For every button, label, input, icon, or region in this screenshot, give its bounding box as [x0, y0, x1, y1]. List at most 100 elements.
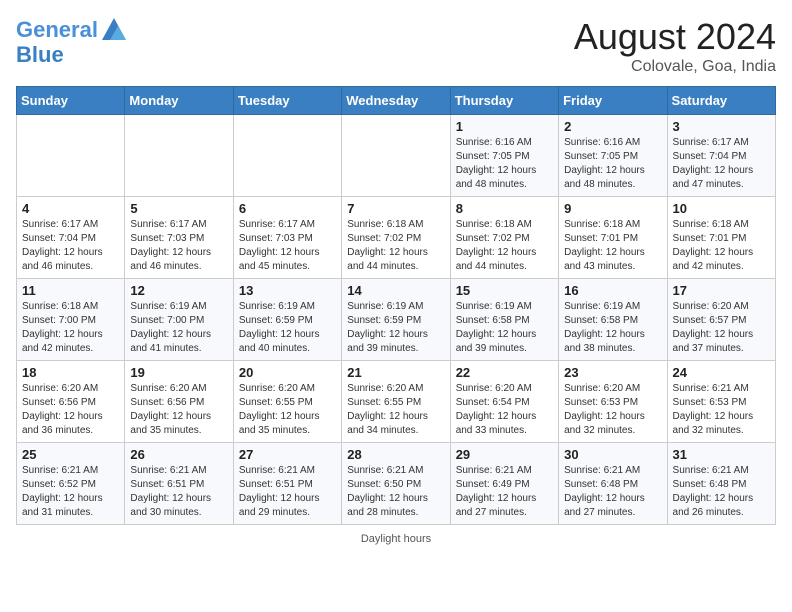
calendar-day-cell: 29Sunrise: 6:21 AM Sunset: 6:49 PM Dayli…	[450, 443, 558, 525]
calendar-day-cell: 9Sunrise: 6:18 AM Sunset: 7:01 PM Daylig…	[559, 197, 667, 279]
day-info: Sunrise: 6:18 AM Sunset: 7:01 PM Dayligh…	[673, 218, 770, 274]
calendar-week-row: 11 Sunrise: 6:18 AM Sunset: 7:00 PM Dayli…	[17, 279, 776, 361]
day-info: Sunrise: 6:21 AM Sunset: 6:53 PM Dayligh…	[673, 382, 770, 438]
calendar-week-row: 4 Sunrise: 6:17 AM Sunset: 7:04 PM Daylig…	[17, 197, 776, 279]
calendar-day-cell	[17, 115, 125, 197]
calendar-day-cell: 16 Sunrise: 6:19 AM Sunset: 6:58 PM Dayli…	[559, 279, 667, 361]
day-of-week-header: Saturday	[667, 87, 775, 115]
day-number: 8	[456, 201, 553, 216]
day-number: 25	[22, 447, 119, 462]
day-number: 3	[673, 119, 770, 134]
title-area: August 2024 Colovale, Goa, India	[574, 16, 776, 76]
calendar-day-cell: 8 Sunrise: 6:18 AM Sunset: 7:02 PM Daylig…	[450, 197, 558, 279]
calendar-day-cell: 26 Sunrise: 6:21 AM Sunset: 6:51 PM Dayli…	[125, 443, 233, 525]
calendar-day-cell	[125, 115, 233, 197]
calendar-day-cell: 27Sunrise: 6:21 AM Sunset: 6:51 PM Dayli…	[233, 443, 341, 525]
day-info: Sunrise: 6:19 AM Sunset: 6:58 PM Dayligh…	[564, 300, 661, 356]
day-info: Sunrise: 6:20 AM Sunset: 6:55 PM Dayligh…	[239, 382, 336, 438]
day-info: Sunrise: 6:16 AM Sunset: 7:05 PM Dayligh…	[456, 136, 553, 192]
calendar-day-cell: 25 Sunrise: 6:21 AM Sunset: 6:52 PM Dayli…	[17, 443, 125, 525]
day-number: 6	[239, 201, 336, 216]
calendar-day-cell: 7 Sunrise: 6:18 AM Sunset: 7:02 PM Daylig…	[342, 197, 450, 279]
calendar-day-cell: 5Sunrise: 6:17 AM Sunset: 7:03 PM Daylig…	[125, 197, 233, 279]
logo-text: General	[16, 18, 98, 42]
day-info: Sunrise: 6:20 AM Sunset: 6:56 PM Dayligh…	[130, 382, 227, 438]
day-number: 12	[130, 283, 227, 298]
day-number: 4	[22, 201, 119, 216]
day-info: Sunrise: 6:18 AM Sunset: 7:02 PM Dayligh…	[347, 218, 444, 274]
logo: General Blue	[16, 16, 128, 66]
calendar-day-cell: 4 Sunrise: 6:17 AM Sunset: 7:04 PM Daylig…	[17, 197, 125, 279]
calendar-day-cell: 23 Sunrise: 6:20 AM Sunset: 6:53 PM Dayli…	[559, 361, 667, 443]
calendar-day-cell: 20 Sunrise: 6:20 AM Sunset: 6:55 PM Dayli…	[233, 361, 341, 443]
day-number: 15	[456, 283, 553, 298]
day-number: 22	[456, 365, 553, 380]
calendar-day-cell: 11 Sunrise: 6:18 AM Sunset: 7:00 PM Dayli…	[17, 279, 125, 361]
calendar-day-cell: 19 Sunrise: 6:20 AM Sunset: 6:56 PM Dayli…	[125, 361, 233, 443]
day-info: Sunrise: 6:21 AM Sunset: 6:51 PM Dayligh…	[130, 464, 227, 520]
calendar-day-cell: 3Sunrise: 6:17 AM Sunset: 7:04 PM Daylig…	[667, 115, 775, 197]
day-info: Sunrise: 6:19 AM Sunset: 7:00 PM Dayligh…	[130, 300, 227, 356]
day-number: 14	[347, 283, 444, 298]
day-number: 10	[673, 201, 770, 216]
calendar-day-cell: 6 Sunrise: 6:17 AM Sunset: 7:03 PM Daylig…	[233, 197, 341, 279]
calendar-day-cell	[342, 115, 450, 197]
day-number: 28	[347, 447, 444, 462]
day-number: 17	[673, 283, 770, 298]
calendar-day-cell: 1 Sunrise: 6:16 AM Sunset: 7:05 PM Daylig…	[450, 115, 558, 197]
day-of-week-header: Thursday	[450, 87, 558, 115]
day-info: Sunrise: 6:17 AM Sunset: 7:04 PM Dayligh…	[22, 218, 119, 274]
day-number: 1	[456, 119, 553, 134]
day-info: Sunrise: 6:20 AM Sunset: 6:55 PM Dayligh…	[347, 382, 444, 438]
day-number: 13	[239, 283, 336, 298]
calendar-week-row: 18Sunrise: 6:20 AM Sunset: 6:56 PM Dayli…	[17, 361, 776, 443]
calendar-week-row: 25 Sunrise: 6:21 AM Sunset: 6:52 PM Dayli…	[17, 443, 776, 525]
calendar-day-cell: 18Sunrise: 6:20 AM Sunset: 6:56 PM Dayli…	[17, 361, 125, 443]
day-number: 7	[347, 201, 444, 216]
day-info: Sunrise: 6:18 AM Sunset: 7:02 PM Dayligh…	[456, 218, 553, 274]
calendar-day-cell: 2Sunrise: 6:16 AM Sunset: 7:05 PM Daylig…	[559, 115, 667, 197]
day-number: 5	[130, 201, 227, 216]
day-of-week-header: Wednesday	[342, 87, 450, 115]
calendar-day-cell: 13 Sunrise: 6:19 AM Sunset: 6:59 PM Dayli…	[233, 279, 341, 361]
calendar-table: SundayMondayTuesdayWednesdayThursdayFrid…	[16, 86, 776, 525]
calendar-day-cell: 28 Sunrise: 6:21 AM Sunset: 6:50 PM Dayli…	[342, 443, 450, 525]
day-info: Sunrise: 6:20 AM Sunset: 6:53 PM Dayligh…	[564, 382, 661, 438]
calendar-day-cell: 31 Sunrise: 6:21 AM Sunset: 6:48 PM Dayli…	[667, 443, 775, 525]
calendar-day-cell: 10 Sunrise: 6:18 AM Sunset: 7:01 PM Dayli…	[667, 197, 775, 279]
day-of-week-header: Sunday	[17, 87, 125, 115]
day-number: 26	[130, 447, 227, 462]
day-number: 11	[22, 283, 119, 298]
day-number: 20	[239, 365, 336, 380]
location-subtitle: Colovale, Goa, India	[574, 58, 776, 76]
day-of-week-header: Tuesday	[233, 87, 341, 115]
day-info: Sunrise: 6:21 AM Sunset: 6:52 PM Dayligh…	[22, 464, 119, 520]
day-number: 21	[347, 365, 444, 380]
calendar-day-cell: 12 Sunrise: 6:19 AM Sunset: 7:00 PM Dayli…	[125, 279, 233, 361]
day-info: Sunrise: 6:18 AM Sunset: 7:01 PM Dayligh…	[564, 218, 661, 274]
day-info: Sunrise: 6:21 AM Sunset: 6:48 PM Dayligh…	[673, 464, 770, 520]
day-info: Sunrise: 6:21 AM Sunset: 6:50 PM Dayligh…	[347, 464, 444, 520]
day-info: Sunrise: 6:21 AM Sunset: 6:51 PM Dayligh…	[239, 464, 336, 520]
logo-blue: Blue	[16, 44, 128, 66]
day-info: Sunrise: 6:20 AM Sunset: 6:56 PM Dayligh…	[22, 382, 119, 438]
calendar-week-row: 1 Sunrise: 6:16 AM Sunset: 7:05 PM Daylig…	[17, 115, 776, 197]
logo-icon	[100, 14, 128, 42]
day-info: Sunrise: 6:18 AM Sunset: 7:00 PM Dayligh…	[22, 300, 119, 356]
day-number: 19	[130, 365, 227, 380]
day-info: Sunrise: 6:19 AM Sunset: 6:59 PM Dayligh…	[239, 300, 336, 356]
day-number: 23	[564, 365, 661, 380]
day-info: Sunrise: 6:21 AM Sunset: 6:48 PM Dayligh…	[564, 464, 661, 520]
day-info: Sunrise: 6:20 AM Sunset: 6:54 PM Dayligh…	[456, 382, 553, 438]
month-year-title: August 2024	[574, 16, 776, 58]
calendar-day-cell: 24Sunrise: 6:21 AM Sunset: 6:53 PM Dayli…	[667, 361, 775, 443]
day-number: 16	[564, 283, 661, 298]
day-of-week-header: Monday	[125, 87, 233, 115]
day-number: 31	[673, 447, 770, 462]
day-info: Sunrise: 6:16 AM Sunset: 7:05 PM Dayligh…	[564, 136, 661, 192]
footer-text: Daylight hours	[361, 533, 431, 545]
calendar-day-cell: 30Sunrise: 6:21 AM Sunset: 6:48 PM Dayli…	[559, 443, 667, 525]
day-info: Sunrise: 6:17 AM Sunset: 7:03 PM Dayligh…	[239, 218, 336, 274]
calendar-day-cell: 17Sunrise: 6:20 AM Sunset: 6:57 PM Dayli…	[667, 279, 775, 361]
calendar-day-cell	[233, 115, 341, 197]
